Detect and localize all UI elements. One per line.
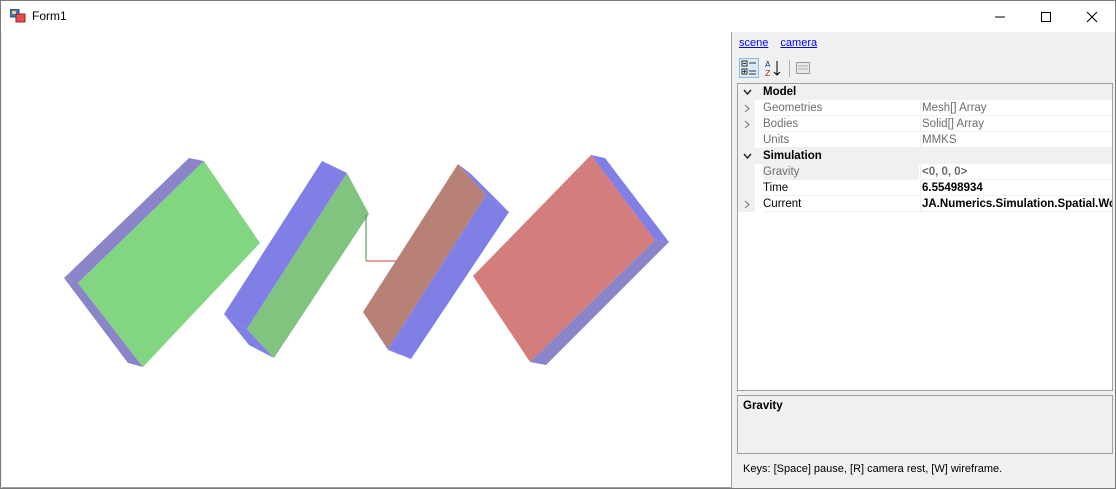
property-name: Bodies (763, 116, 919, 132)
category-label: Model (763, 86, 797, 98)
property-row-bodies[interactable]: Bodies Solid[] Array (738, 116, 1112, 132)
expand-chevron-icon[interactable] (742, 100, 752, 116)
scene-canvas[interactable] (2, 32, 732, 488)
collapse-chevron-icon[interactable] (742, 148, 752, 164)
property-value[interactable]: Mesh[] Array (920, 100, 1112, 116)
expand-chevron-icon[interactable] (742, 196, 752, 212)
property-value[interactable]: MMKS (920, 132, 1112, 148)
property-name: Geometries (763, 100, 919, 116)
collapse-chevron-icon[interactable] (742, 84, 752, 100)
property-value[interactable]: Solid[] Array (920, 116, 1112, 132)
categorized-button[interactable] (739, 58, 759, 78)
render-viewport[interactable] (2, 32, 732, 488)
property-grid[interactable]: Model Geometries Mesh[] Array Bodies Sol… (737, 83, 1113, 391)
svg-text:A: A (765, 60, 771, 69)
property-row-geometries[interactable]: Geometries Mesh[] Array (738, 100, 1112, 116)
scene-link[interactable]: scene (739, 37, 768, 49)
property-name: Gravity (763, 164, 919, 180)
alphabetical-button[interactable]: A Z (763, 58, 783, 78)
minimize-icon (995, 16, 1005, 17)
close-button[interactable] (1069, 1, 1115, 32)
red-block (473, 155, 669, 365)
maximize-icon (1041, 11, 1051, 22)
keys-hint: Keys: [Space] pause, [R] camera rest, [W… (743, 463, 1003, 475)
blue-green-block (224, 161, 369, 358)
help-title: Gravity (743, 400, 783, 412)
property-pages-icon (796, 62, 810, 74)
property-name: Time (763, 180, 919, 196)
toolbar-separator (789, 60, 790, 77)
property-row-time[interactable]: Time 6.55498934 (738, 180, 1112, 196)
green-block (64, 158, 260, 367)
object-links: scene camera (739, 37, 826, 49)
close-icon (1086, 11, 1098, 22)
window-title: Form1 (32, 9, 67, 23)
property-name: Units (763, 132, 919, 148)
property-pages-button[interactable] (793, 58, 813, 78)
property-value[interactable]: JA.Numerics.Simulation.Spatial.World (920, 196, 1112, 212)
property-name: Current (763, 196, 919, 212)
svg-text:Z: Z (765, 69, 771, 77)
property-panel: scene camera A Z Model Geometries Mesh[]… (736, 32, 1115, 488)
property-row-units[interactable]: Units MMKS (738, 132, 1112, 148)
property-value[interactable]: 6.55498934 (920, 180, 1112, 196)
category-row-model[interactable]: Model (738, 84, 1112, 100)
property-row-gravity[interactable]: Gravity <0, 0, 0> (738, 164, 1112, 180)
camera-link[interactable]: camera (780, 37, 817, 49)
app-icon (10, 9, 26, 23)
minimize-button[interactable] (977, 1, 1023, 32)
sort-alphabetical-icon: A Z (765, 60, 781, 77)
property-value[interactable]: <0, 0, 0> (920, 164, 1112, 180)
expand-chevron-icon[interactable] (742, 116, 752, 132)
property-help-pane: Gravity (737, 395, 1113, 454)
property-toolbar: A Z (739, 58, 1111, 80)
title-bar[interactable]: Form1 (1, 1, 1115, 32)
maximize-button[interactable] (1023, 1, 1069, 32)
category-row-simulation[interactable]: Simulation (738, 148, 1112, 164)
property-row-current[interactable]: Current JA.Numerics.Simulation.Spatial.W… (738, 196, 1112, 212)
category-label: Simulation (763, 150, 822, 162)
app-window: Form1 scene camera A Z Model Geometries … (0, 0, 1116, 489)
categorized-icon (741, 60, 756, 75)
